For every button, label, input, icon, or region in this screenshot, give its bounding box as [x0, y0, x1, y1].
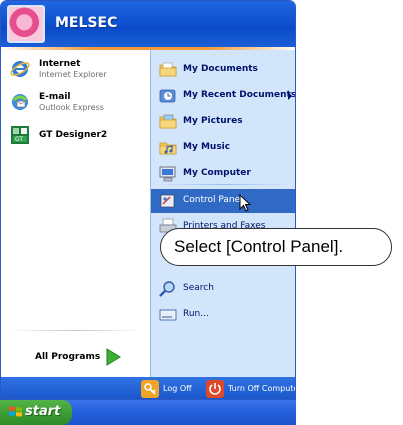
places-label: Search	[183, 283, 214, 293]
places-my-pictures[interactable]: My Pictures	[151, 110, 295, 134]
search-icon	[159, 281, 175, 297]
places-label: My Pictures	[183, 116, 243, 126]
pinned-item-internet[interactable]: Internet Internet Explorer	[1, 56, 150, 86]
pinned-programs-pane: Internet Internet Explorer E-mail Outloo…	[1, 50, 150, 377]
pinned-item-email[interactable]: E-mail Outlook Express	[1, 89, 150, 119]
places-my-computer[interactable]: My Computer	[151, 162, 295, 186]
user-header: MELSEC	[1, 1, 295, 47]
taskbar: start	[0, 400, 296, 425]
gt-designer-icon: GT	[11, 126, 29, 144]
internet-explorer-icon	[10, 61, 30, 77]
places-pane: My Documents My Recent Documents My Pict…	[150, 50, 296, 377]
places-divider	[157, 184, 291, 185]
places-my-music[interactable]: My Music	[151, 136, 295, 160]
places-run[interactable]: Run...	[151, 303, 295, 327]
control-panel-icon	[160, 194, 175, 208]
callout-text: Select [Control Panel].	[174, 237, 344, 256]
user-name: MELSEC	[55, 15, 118, 31]
pinned-subtitle: Outlook Express	[39, 103, 104, 112]
log-off-button[interactable]: Log Off	[141, 380, 201, 398]
recent-documents-icon	[159, 89, 176, 103]
places-my-recent-documents[interactable]: My Recent Documents	[151, 84, 296, 108]
pinned-title: GT Designer2	[39, 130, 108, 140]
pinned-title: Internet	[39, 59, 81, 69]
start-menu-footer: Log Off Turn Off Computer	[1, 377, 296, 399]
my-documents-icon	[159, 62, 177, 77]
places-search[interactable]: Search	[151, 277, 295, 301]
all-programs-button[interactable]: All Programs	[35, 347, 147, 369]
user-avatar[interactable]	[7, 5, 45, 43]
my-pictures-icon	[159, 114, 177, 129]
power-icon	[206, 380, 224, 398]
places-label: My Music	[183, 142, 231, 152]
my-computer-icon	[159, 166, 176, 182]
submenu-arrow-icon	[288, 92, 292, 100]
my-music-icon	[159, 142, 177, 155]
green-arrow-icon	[106, 348, 121, 366]
start-label: start	[25, 404, 61, 419]
places-label: Control Panel	[183, 195, 243, 205]
pinned-subtitle: Internet Explorer	[39, 70, 107, 79]
all-programs-label: All Programs	[35, 352, 101, 362]
pinned-title: E-mail	[39, 92, 71, 102]
instruction-callout: Select [Control Panel].	[160, 228, 392, 266]
run-icon	[159, 309, 177, 321]
turn-off-label: Turn Off Computer	[228, 384, 296, 393]
svg-text:GT: GT	[15, 136, 23, 143]
places-label: Run...	[183, 309, 209, 319]
places-my-documents[interactable]: My Documents	[151, 58, 295, 82]
pinned-item-gt-designer[interactable]: GT GT Designer2	[1, 122, 150, 152]
windows-flag-icon	[9, 406, 22, 417]
mouse-pointer-icon	[239, 194, 252, 212]
start-button[interactable]: start	[0, 400, 72, 425]
places-label: My Computer	[183, 168, 251, 178]
places-label: My Documents	[183, 64, 258, 74]
turn-off-computer-button[interactable]: Turn Off Computer	[206, 380, 296, 398]
places-control-panel[interactable]: Control Panel	[151, 189, 295, 213]
log-off-label: Log Off	[163, 384, 192, 393]
places-label: My Recent Documents	[183, 90, 296, 100]
outlook-express-icon	[12, 94, 28, 110]
all-programs-divider	[7, 330, 144, 331]
key-icon	[141, 380, 159, 398]
